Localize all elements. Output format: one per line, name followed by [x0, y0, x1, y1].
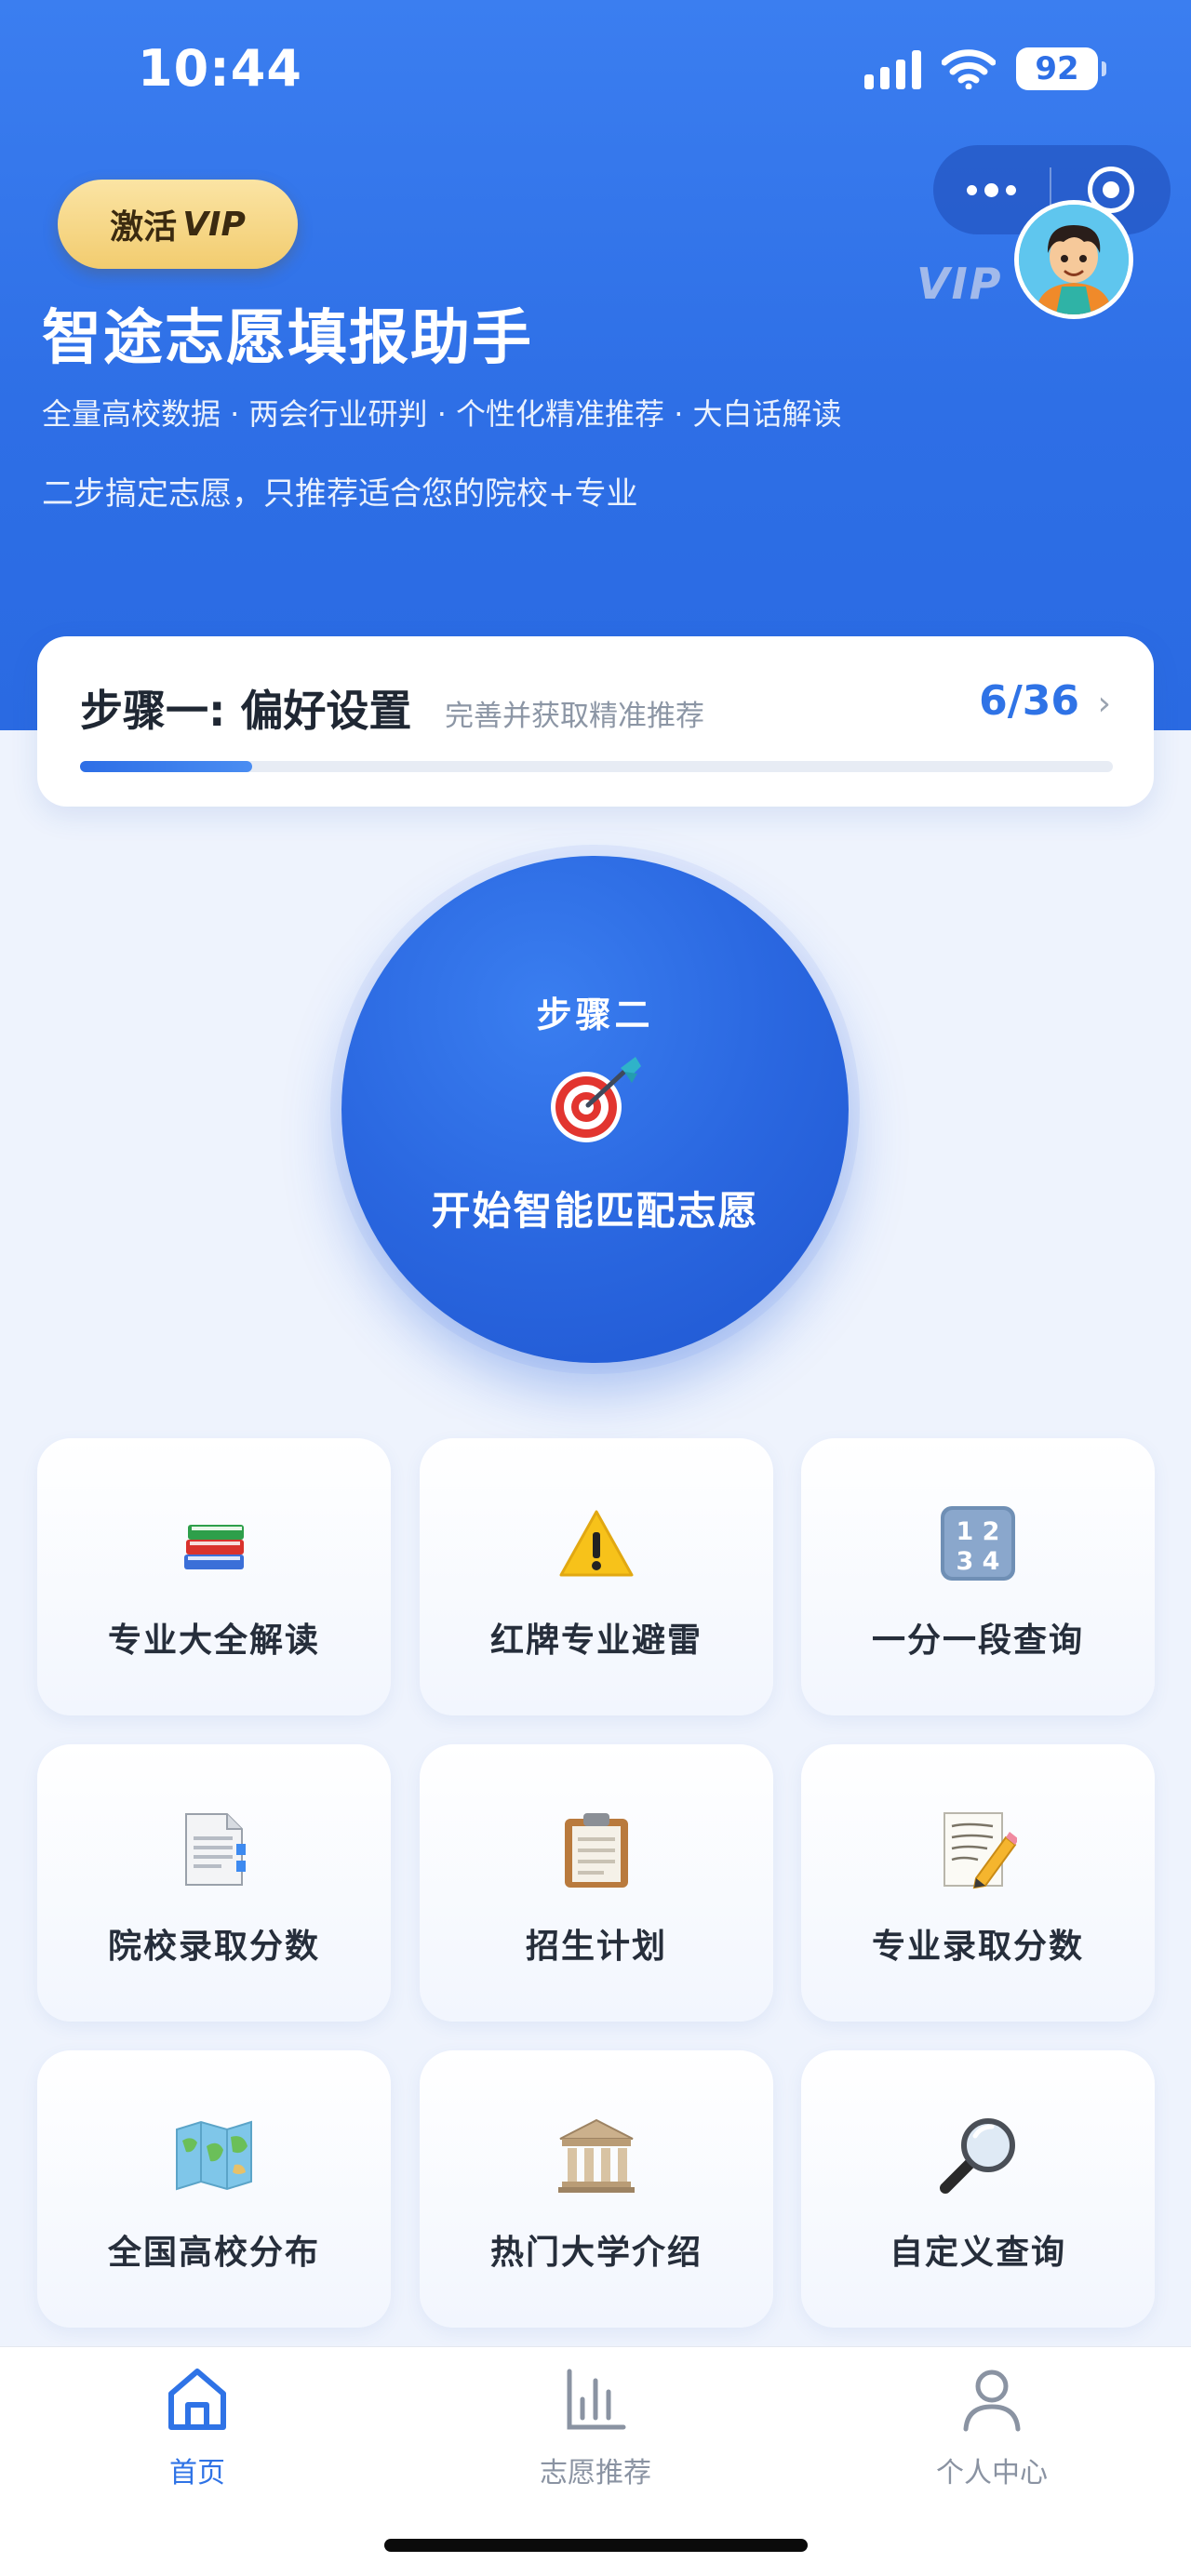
grid-label: 院校录取分数: [107, 1928, 320, 1966]
grid-label: 专业录取分数: [871, 1928, 1084, 1966]
grid-item-popular-universities[interactable]: 热门大学介绍: [420, 2050, 773, 2328]
battery-icon: 92: [1016, 47, 1106, 90]
vip-tag: VIP: [917, 259, 1003, 309]
grid-label: 全国高校分布: [107, 2234, 320, 2272]
status-time: 10:44: [138, 39, 302, 98]
wifi-icon: [942, 49, 996, 89]
map-icon: [167, 2114, 261, 2197]
document-icon: [167, 1808, 261, 1891]
user-icon: [963, 2369, 1021, 2432]
step1-subtitle: 完善并获取精准推荐: [445, 700, 704, 733]
dart-target-icon: [551, 1057, 641, 1142]
home-icon: [168, 2369, 226, 2430]
grid-label: 红牌专业避雷: [489, 1622, 703, 1660]
grid-item-college-scores[interactable]: 院校录取分数: [37, 1744, 391, 2022]
classical-building-icon: [550, 2114, 643, 2197]
step2-action-label: 开始智能匹配志愿: [431, 1188, 759, 1234]
grid-item-red-card-majors[interactable]: 红牌专业避雷: [420, 1438, 773, 1715]
start-match-button[interactable]: 步骤二 开始智能匹配志愿: [341, 856, 849, 1363]
step1-progress-text: 6/36: [979, 677, 1079, 725]
app-tagline: 二步搞定志愿，只推荐适合您的院校+专业: [42, 475, 638, 513]
grid-label: 招生计划: [525, 1928, 667, 1966]
activate-vip-suffix: VIP: [182, 205, 246, 244]
tab-label: 志愿推荐: [540, 2457, 651, 2489]
step2-label: 步骤二: [536, 994, 654, 1035]
memo-pencil-icon: [931, 1808, 1024, 1891]
warning-icon: [550, 1502, 643, 1585]
signal-icon: [864, 48, 921, 89]
step1-progress-fill: [80, 761, 252, 772]
activate-vip-button[interactable]: 激活 VIP: [58, 180, 298, 269]
battery-level: 92: [1035, 50, 1079, 87]
svg-text:1 2: 1 2: [957, 1517, 1000, 1546]
grid-label: 自定义查询: [889, 2234, 1066, 2272]
tab-label: 首页: [169, 2457, 225, 2489]
step1-progress-track: [80, 761, 1113, 772]
app-title: 智途志愿填报助手: [42, 304, 533, 373]
clipboard-icon: [550, 1808, 643, 1891]
magnifier-icon: [931, 2114, 1024, 2197]
numbers-icon: 1 2 3 4: [931, 1502, 1024, 1585]
grid-item-major-scores[interactable]: 专业录取分数: [801, 1744, 1155, 2022]
bar-chart-icon: [567, 2369, 626, 2430]
chevron-right-icon: ›: [1097, 685, 1111, 723]
status-icons: 92: [864, 45, 1106, 93]
grid-item-college-map[interactable]: 全国高校分布: [37, 2050, 391, 2328]
tab-label: 个人中心: [936, 2457, 1048, 2489]
tab-home[interactable]: 首页: [58, 2347, 337, 2505]
more-icon[interactable]: [933, 182, 1050, 197]
tab-profile[interactable]: 个人中心: [852, 2347, 1131, 2505]
grid-item-major-guide[interactable]: 专业大全解读: [37, 1438, 391, 1715]
grid-label: 热门大学介绍: [489, 2234, 703, 2272]
grid-item-enrollment-plan[interactable]: 招生计划: [420, 1744, 773, 2022]
step1-preference-card[interactable]: 步骤一: 偏好设置 完善并获取精准推荐 6/36 ›: [37, 636, 1154, 807]
home-indicator: [384, 2539, 808, 2552]
avatar[interactable]: [1014, 200, 1133, 319]
grid-item-score-rank[interactable]: 1 2 3 4 一分一段查询: [801, 1438, 1155, 1715]
grid-label: 专业大全解读: [107, 1622, 320, 1660]
tab-recommend[interactable]: 志愿推荐: [456, 2347, 735, 2505]
svg-text:3 4: 3 4: [957, 1547, 1000, 1576]
step1-title: 步骤一: 偏好设置: [80, 686, 412, 736]
books-icon: [167, 1502, 261, 1585]
grid-item-custom-query[interactable]: 自定义查询: [801, 2050, 1155, 2328]
activate-vip-prefix: 激活: [110, 208, 178, 247]
app-subtitle: 全量高校数据 · 两会行业研判 · 个性化精准推荐 · 大白话解读: [42, 396, 842, 432]
grid-label: 一分一段查询: [871, 1622, 1084, 1660]
